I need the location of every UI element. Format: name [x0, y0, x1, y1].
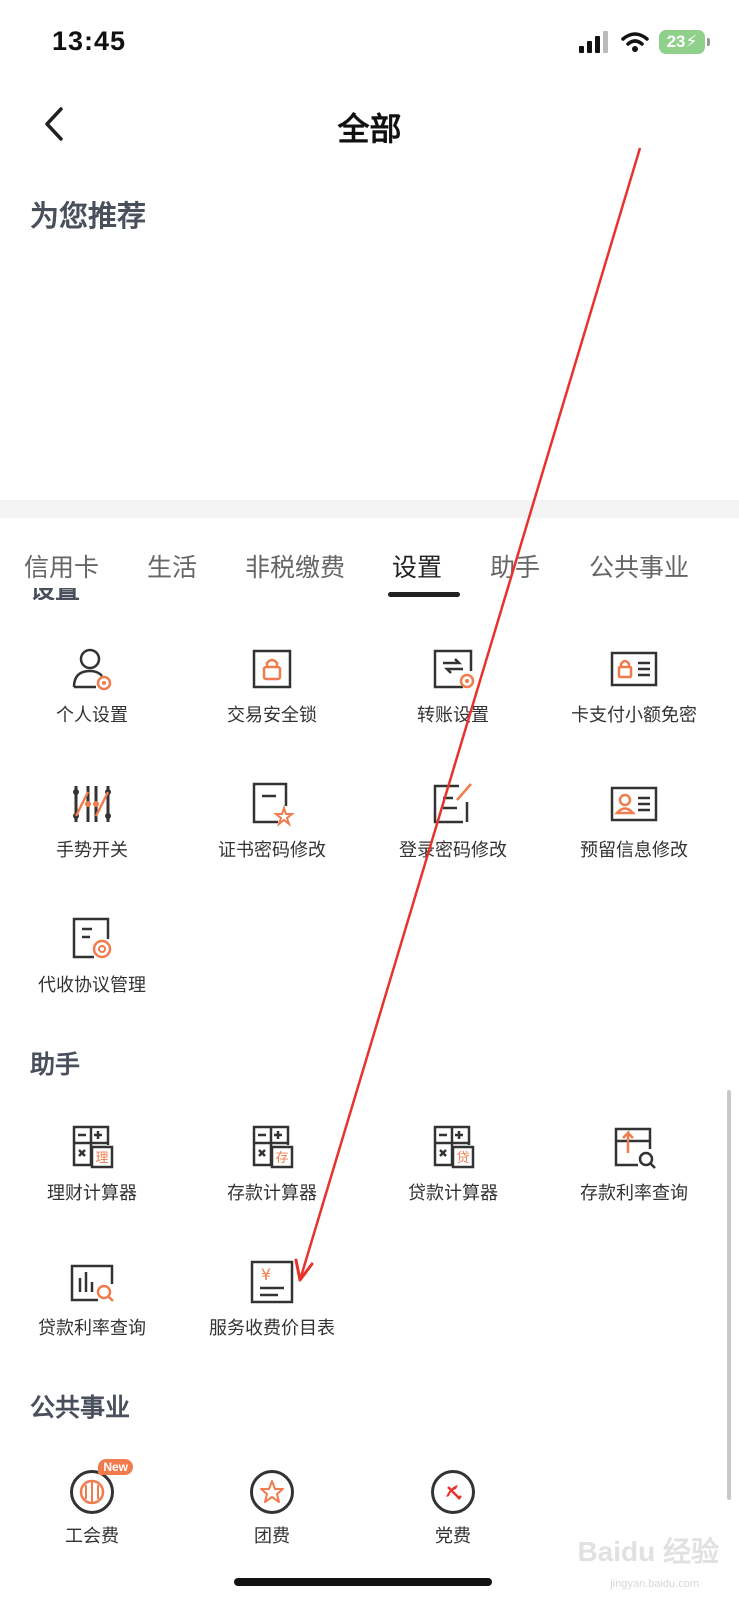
watermark-url: jingyan.baidu.com [610, 1578, 699, 1590]
tab-settings[interactable]: 设置 [392, 548, 442, 584]
party-fee-label: 党费 [435, 1526, 471, 1546]
union-fee-label: 工会费 [65, 1526, 119, 1546]
personal-settings-item[interactable]: 个人设置 [0, 645, 184, 727]
deposit-rate-item[interactable]: 存款利率查询 [542, 1123, 726, 1205]
transfer-settings-item[interactable]: 转账设置 [361, 645, 545, 727]
transaction-lock-item[interactable]: 交易安全锁 [180, 645, 364, 727]
collection-agreement-item[interactable]: 代收协议管理 [0, 915, 184, 997]
calculator-icon: 贷 [433, 1125, 475, 1169]
union-emblem-icon [79, 1479, 105, 1505]
wealth-calculator-item[interactable]: 理 理财计算器 [0, 1123, 184, 1205]
scrollbar[interactable] [727, 1090, 731, 1500]
star-icon [250, 1470, 294, 1514]
lock-icon [252, 649, 292, 689]
battery-icon: 23 ⚡ [659, 30, 710, 54]
tab-credit-card[interactable]: 信用卡 [24, 548, 99, 584]
login-password-item[interactable]: 登录密码修改 [361, 780, 545, 862]
login-password-label: 登录密码修改 [399, 840, 507, 860]
tab-assistant[interactable]: 助手 [490, 548, 540, 584]
settings-section-title: 设置 [30, 588, 230, 600]
loan-tag: 贷 [456, 1151, 469, 1166]
recommend-title: 为您推荐 [30, 201, 147, 233]
section-divider [0, 500, 739, 518]
page-title: 全部 [337, 111, 402, 147]
union-icon: New [70, 1459, 133, 1514]
wifi-icon [621, 32, 649, 52]
league-fee-item[interactable]: 团费 [180, 1470, 364, 1548]
loan-rate-item[interactable]: 贷款利率查询 [0, 1258, 184, 1340]
agreement-gear-icon [72, 917, 112, 959]
service-fee-list-label: 服务收费价目表 [209, 1318, 335, 1338]
league-fee-label: 团费 [254, 1526, 290, 1546]
certificate-icon [252, 782, 295, 827]
deposit-rate-label: 存款利率查询 [580, 1183, 688, 1203]
certificate-password-item[interactable]: 证书密码修改 [180, 780, 364, 862]
transfer-settings-icon [433, 649, 475, 689]
loan-calculator-item[interactable]: 贷 贷款计算器 [361, 1123, 545, 1205]
person-gear-icon [72, 648, 112, 691]
settings-section-title-text: 设置 [30, 588, 80, 600]
assistant-section-title: 助手 [30, 1051, 81, 1079]
battery-level: 23 [666, 32, 686, 51]
tab-life[interactable]: 生活 [147, 548, 197, 584]
reserved-info-label: 预留信息修改 [580, 840, 688, 860]
signal-icon [579, 31, 608, 53]
gesture-switch-item[interactable]: 手势开关 [0, 780, 184, 862]
watermark: Baidu 经验 [577, 1536, 719, 1567]
card-lock-icon [610, 651, 658, 687]
tab-indicator [388, 592, 460, 597]
service-fee-list-item[interactable]: ¥ 服务收费价目表 [180, 1258, 364, 1340]
deposit-rate-icon [614, 1127, 656, 1169]
id-card-icon [610, 786, 658, 822]
deposit-tag: 存 [275, 1151, 288, 1166]
personal-settings-label: 个人设置 [56, 705, 128, 725]
loan-calculator-label: 贷款计算器 [408, 1183, 498, 1203]
tab-non-tax[interactable]: 非税缴费 [245, 548, 345, 584]
home-indicator[interactable] [234, 1578, 492, 1586]
loan-rate-label: 贷款利率查询 [38, 1318, 146, 1338]
tab-public-utilities[interactable]: 公共事业 [589, 548, 689, 584]
status-bar: 13:45 23 ⚡ [0, 0, 739, 90]
deposit-calculator-item[interactable]: 存 存款计算器 [180, 1123, 364, 1205]
card-pay-no-password-label: 卡支付小额免密 [571, 705, 697, 725]
party-fee-item[interactable]: 党费 [361, 1470, 545, 1548]
union-fee-item[interactable]: New 工会费 [0, 1459, 184, 1548]
new-badge: New [98, 1459, 133, 1475]
nav-bar: 全部 [0, 90, 739, 160]
wealth-calculator-label: 理财计算器 [47, 1183, 137, 1203]
status-time: 13:45 [52, 26, 127, 56]
certificate-password-label: 证书密码修改 [218, 840, 326, 860]
party-icon [431, 1470, 475, 1514]
collection-agreement-label: 代收协议管理 [38, 975, 146, 995]
loan-rate-chart-icon [70, 1264, 114, 1302]
wealth-tag: 理 [95, 1151, 108, 1166]
login-password-icon [433, 783, 472, 824]
fee-list-icon: ¥ [250, 1260, 294, 1304]
status-icons: 23 ⚡ [579, 30, 710, 54]
yuan-symbol: ¥ [261, 1265, 271, 1284]
reserved-info-item[interactable]: 预留信息修改 [542, 780, 726, 862]
transaction-lock-label: 交易安全锁 [227, 705, 317, 725]
public-section-title: 公共事业 [30, 1394, 131, 1422]
gesture-switch-label: 手势开关 [56, 840, 128, 860]
card-pay-no-password-item[interactable]: 卡支付小额免密 [542, 645, 726, 727]
calculator-icon: 存 [252, 1125, 294, 1169]
transfer-settings-label: 转账设置 [417, 705, 489, 725]
deposit-calculator-label: 存款计算器 [227, 1183, 317, 1203]
calculator-icon: 理 [72, 1125, 114, 1169]
gesture-icon [73, 786, 111, 822]
